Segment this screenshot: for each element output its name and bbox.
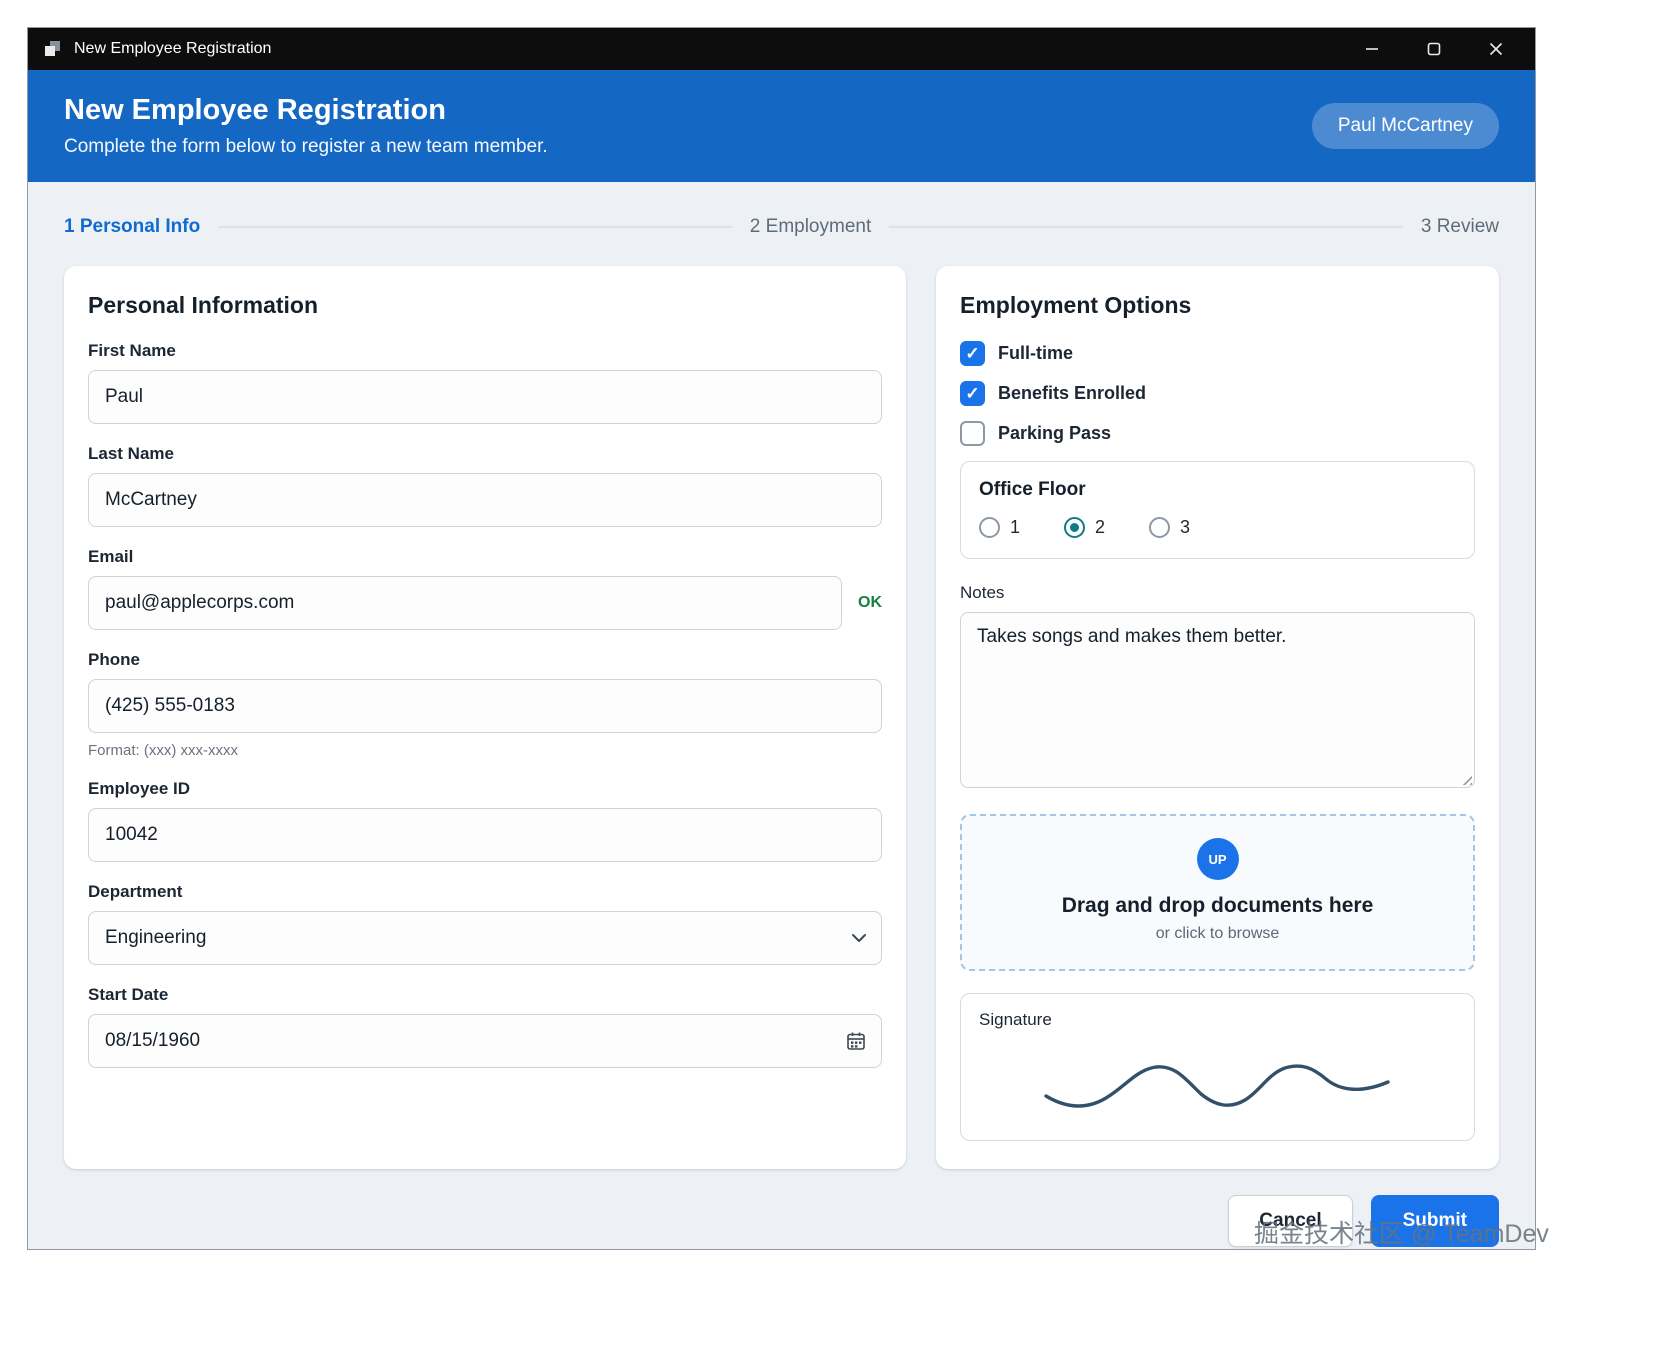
page-title: New Employee Registration [64,94,548,127]
content-area: 1 Personal Info 2 Employment 3 Review Pe… [28,182,1535,1249]
start-date-input[interactable] [88,1014,882,1068]
radio-button-2[interactable] [1064,517,1085,538]
phone-field-group: Phone Format: (xxx) xxx-xxxx [88,650,882,759]
email-field-group: Email OK [88,547,882,630]
first-name-label: First Name [88,341,882,361]
benefits-enrolled-label: Benefits Enrolled [998,383,1146,404]
phone-format-hint: Format: (xxx) xxx-xxxx [88,742,882,759]
radio-label-1: 1 [1010,517,1020,538]
office-floor-title: Office Floor [979,479,1456,501]
watermark: 掘金技术社区 @ TeamDev [1254,1214,1549,1250]
step-indicator: 1 Personal Info 2 Employment 3 Review [64,202,1499,266]
radio-label-2: 2 [1095,517,1105,538]
app-window: New Employee Registration New Employee R… [27,27,1536,1250]
department-selected-value: Engineering [105,927,206,949]
parking-pass-checkbox[interactable] [960,421,985,446]
first-name-field-group: First Name [88,341,882,424]
office-floor-option-3[interactable]: 3 [1149,517,1190,538]
step-connector [889,226,1403,228]
start-date-field-group: Start Date [88,985,882,1068]
signature-label: Signature [979,1010,1456,1030]
benefits-enrolled-checkbox[interactable] [960,381,985,406]
last-name-label: Last Name [88,444,882,464]
title-bar: New Employee Registration [28,28,1535,70]
full-time-label: Full-time [998,343,1073,364]
radio-button-1[interactable] [979,517,1000,538]
step-personal-info[interactable]: 1 Personal Info [64,216,200,238]
office-floor-option-2[interactable]: 2 [1064,517,1105,538]
calendar-icon[interactable] [846,1031,866,1051]
department-label: Department [88,882,882,902]
signature-stroke [1038,1034,1398,1126]
notes-textarea[interactable]: Takes songs and makes them better. [960,612,1475,788]
window-title: New Employee Registration [74,40,271,58]
chevron-down-icon [851,927,867,949]
document-dropzone[interactable]: UP Drag and drop documents here or click… [960,814,1475,971]
signature-box: Signature [960,993,1475,1141]
personal-info-title: Personal Information [88,292,882,319]
maximize-button[interactable] [1403,28,1465,70]
email-label: Email [88,547,882,567]
office-floor-option-1[interactable]: 1 [979,517,1020,538]
app-icon [44,40,62,58]
department-field-group: Department Engineering [88,882,882,965]
page-header: New Employee Registration Complete the f… [28,70,1535,182]
notes-label: Notes [960,583,1475,603]
start-date-label: Start Date [88,985,882,1005]
employee-id-field-group: Employee ID [88,779,882,862]
parking-pass-checkbox-row: Parking Pass [960,421,1475,446]
step-employment[interactable]: 2 Employment [750,216,871,238]
benefits-enrolled-checkbox-row: Benefits Enrolled [960,381,1475,406]
last-name-field-group: Last Name [88,444,882,527]
employee-id-input[interactable] [88,808,882,862]
last-name-input[interactable] [88,473,882,527]
full-time-checkbox-row: Full-time [960,341,1475,366]
employee-id-label: Employee ID [88,779,882,799]
step-review[interactable]: 3 Review [1421,216,1499,238]
email-validation-status: OK [858,594,882,612]
personal-information-card: Personal Information First Name Last Nam… [64,266,906,1169]
step-connector [218,226,732,228]
first-name-input[interactable] [88,370,882,424]
page-subtitle: Complete the form below to register a ne… [64,136,548,158]
department-select[interactable]: Engineering [88,911,882,965]
dropzone-subtitle: or click to browse [982,925,1453,943]
phone-input[interactable] [88,679,882,733]
user-badge[interactable]: Paul McCartney [1312,103,1499,149]
parking-pass-label: Parking Pass [998,423,1111,444]
minimize-button[interactable] [1341,28,1403,70]
employment-options-card: Employment Options Full-time Benefits En… [936,266,1499,1169]
close-button[interactable] [1465,28,1527,70]
dropzone-title: Drag and drop documents here [982,894,1453,918]
signature-pad[interactable] [979,1034,1456,1126]
office-floor-group: Office Floor 1 2 3 [960,461,1475,559]
upload-icon: UP [1197,838,1239,880]
phone-label: Phone [88,650,882,670]
full-time-checkbox[interactable] [960,341,985,366]
radio-label-3: 3 [1180,517,1190,538]
radio-button-3[interactable] [1149,517,1170,538]
employment-options-title: Employment Options [960,292,1475,319]
email-input[interactable] [88,576,842,630]
